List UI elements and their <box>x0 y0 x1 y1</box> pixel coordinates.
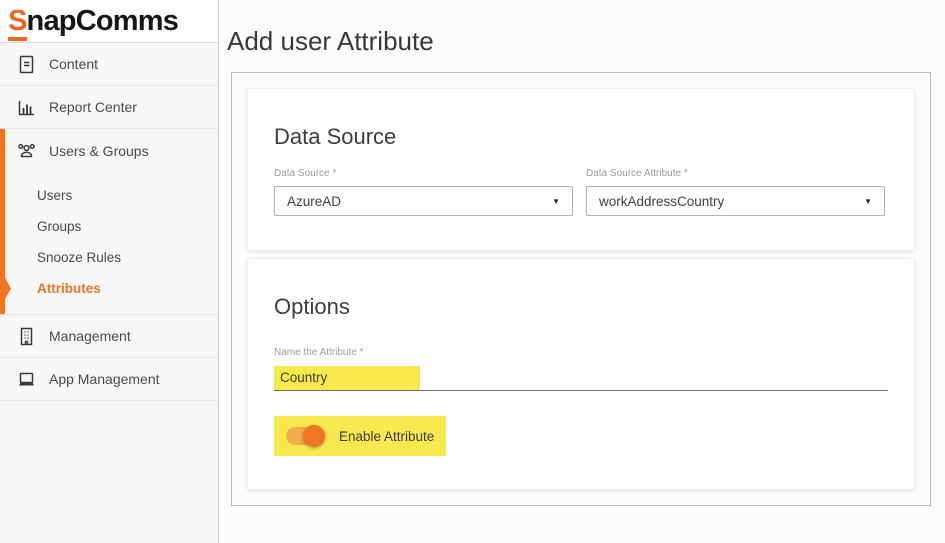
logo-text: napComms <box>26 5 179 37</box>
data-source-selected-value: AzureAD <box>287 193 342 209</box>
sidebar-item-label: App Management <box>49 371 160 387</box>
attribute-name-value: Country <box>274 366 420 390</box>
data-source-attribute-label: Data Source Attribute * <box>586 168 688 179</box>
document-icon <box>16 54 37 75</box>
attribute-name-label: Name the Attribute * <box>274 347 364 358</box>
logo-letter-s: S <box>8 5 27 41</box>
sub-item-label: Snooze Rules <box>37 250 122 265</box>
users-groups-subnav: Users Groups Snooze Rules Attributes <box>0 172 218 314</box>
page-title: Add user Attribute <box>227 26 434 56</box>
data-source-fields: Data Source * AzureAD ▼ Data Source Attr… <box>274 168 888 216</box>
toggle-knob <box>303 425 325 447</box>
attribute-name-input[interactable]: Country <box>274 366 888 391</box>
sidebar-item-users-groups[interactable]: Users & Groups <box>0 129 218 172</box>
snapcomms-logo[interactable]: SnapComms <box>0 0 218 43</box>
options-heading: Options <box>274 294 350 319</box>
data-source-select[interactable]: AzureAD ▼ <box>274 186 573 216</box>
sidebar-item-snooze-rules[interactable]: Snooze Rules <box>0 242 218 273</box>
data-source-attribute-field: Data Source Attribute * workAddressCount… <box>586 168 885 216</box>
sidebar-item-label: Users & Groups <box>49 142 149 159</box>
building-icon <box>16 326 37 347</box>
data-source-heading: Data Source <box>274 124 397 149</box>
sidebar-item-label: Content <box>49 56 99 72</box>
main-content: Add user Attribute Data Source Data Sour… <box>219 0 945 543</box>
sidebar-item-content[interactable]: Content <box>0 43 218 86</box>
bar-chart-icon <box>16 97 37 118</box>
sub-item-label: Groups <box>37 219 82 234</box>
sub-item-label: Attributes <box>37 281 101 296</box>
sidebar: SnapComms Content Report Center Users & … <box>0 0 219 543</box>
sidebar-item-groups[interactable]: Groups <box>0 211 218 242</box>
sidebar-item-label: Report Center <box>49 99 137 115</box>
data-source-attribute-selected-value: workAddressCountry <box>599 193 725 209</box>
sub-item-label: Users <box>37 188 73 203</box>
active-arrow-icon <box>0 278 11 299</box>
enable-attribute-toggle[interactable] <box>286 425 325 447</box>
users-icon <box>16 140 37 161</box>
sidebar-item-attributes[interactable]: Attributes <box>0 273 218 304</box>
enable-attribute-row: Enable Attribute <box>274 416 446 456</box>
sidebar-item-label: Management <box>49 328 131 344</box>
users-groups-section: Users & Groups Users Groups Snooze Rules… <box>0 129 218 315</box>
data-source-attribute-select[interactable]: workAddressCountry ▼ <box>586 186 885 216</box>
sidebar-item-app-management[interactable]: App Management <box>0 358 218 401</box>
options-panel: Options Name the Attribute * Country Ena… <box>247 258 915 490</box>
data-source-field: Data Source * AzureAD ▼ <box>274 168 573 216</box>
form-container: Data Source Data Source * AzureAD ▼ Data… <box>231 72 931 506</box>
laptop-icon <box>16 369 37 390</box>
chevron-down-icon: ▼ <box>864 196 872 206</box>
data-source-panel: Data Source Data Source * AzureAD ▼ Data… <box>247 88 915 251</box>
sidebar-item-management[interactable]: Management <box>0 315 218 358</box>
data-source-label: Data Source * <box>274 168 337 179</box>
chevron-down-icon: ▼ <box>552 196 560 206</box>
app-window: SnapComms Content Report Center Users & … <box>0 0 945 543</box>
sidebar-item-report-center[interactable]: Report Center <box>0 86 218 129</box>
enable-attribute-label: Enable Attribute <box>339 428 435 444</box>
sidebar-item-users[interactable]: Users <box>0 180 218 211</box>
